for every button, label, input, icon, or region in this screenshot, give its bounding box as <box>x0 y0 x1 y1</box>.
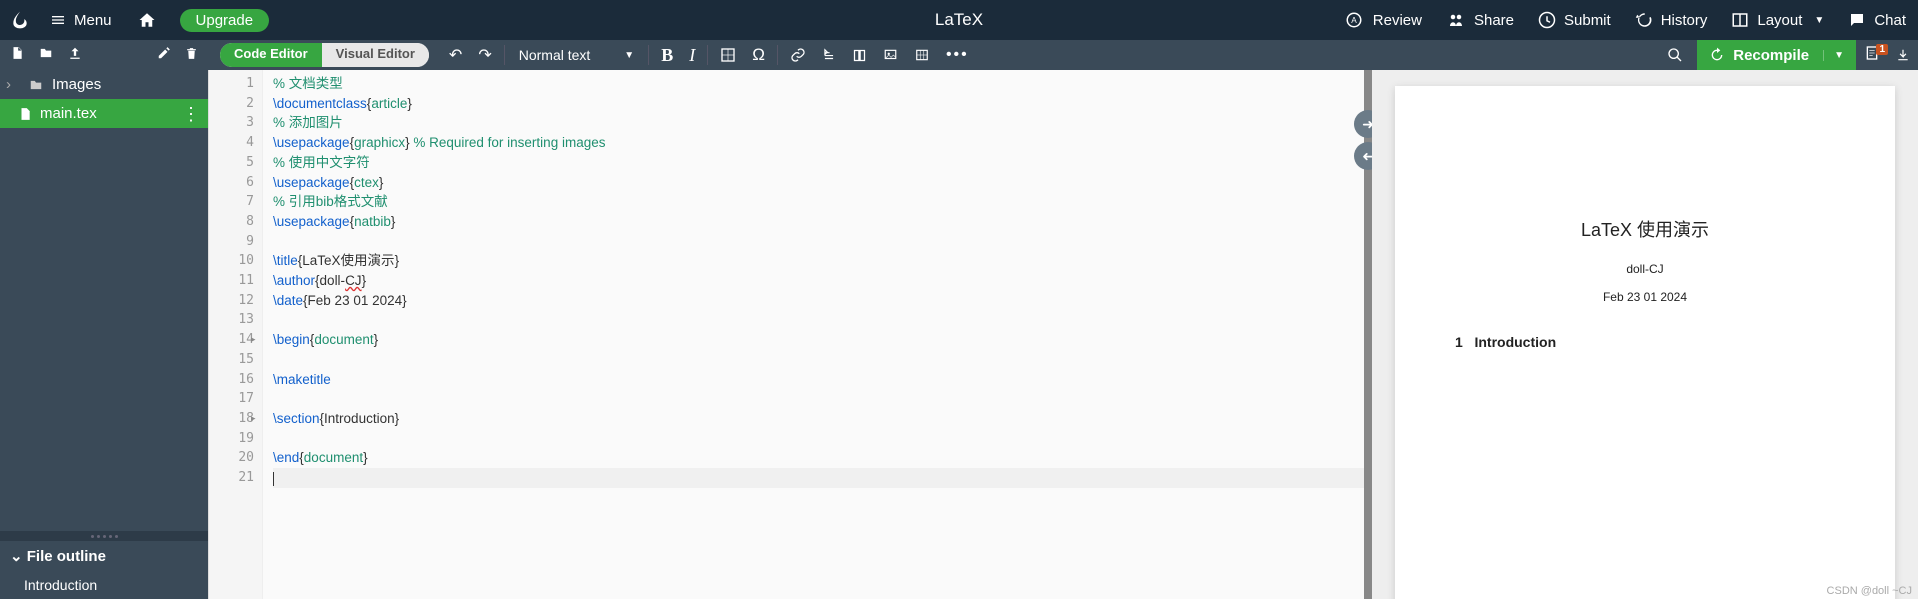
search-button[interactable] <box>1659 40 1691 70</box>
log-badge: 1 <box>1876 44 1888 55</box>
cite-button[interactable] <box>814 40 844 70</box>
delete-button[interactable] <box>185 46 198 65</box>
home-icon <box>138 11 156 29</box>
layout-icon <box>1731 11 1749 29</box>
submit-button[interactable]: Submit <box>1526 0 1623 40</box>
editor-mode-switch: Code Editor Visual Editor <box>220 43 429 67</box>
text-style-select[interactable]: Normal text▼ <box>509 47 644 63</box>
outline-header[interactable]: ⌄ File outline <box>0 541 208 571</box>
code-editor-tab[interactable]: Code Editor <box>220 43 322 67</box>
project-title[interactable]: LaTeX <box>935 10 983 30</box>
download-button[interactable] <box>1888 40 1918 70</box>
math-button[interactable] <box>712 40 744 70</box>
code-editor[interactable]: 12345678910111213▸14151617▸18192021 % 文档… <box>208 70 1364 599</box>
review-icon: A <box>1343 11 1365 29</box>
visual-editor-tab[interactable]: Visual Editor <box>322 43 429 67</box>
file-tree-panel: Images main.tex ⋮ ⌄ File outline Introdu… <box>0 70 208 599</box>
submit-icon <box>1538 11 1556 29</box>
review-button[interactable]: AReview <box>1331 0 1434 40</box>
overleaf-icon <box>10 10 30 30</box>
menu-label: Menu <box>74 12 112 29</box>
recompile-button[interactable]: Recompile ▼ <box>1697 40 1856 70</box>
pdf-preview[interactable]: LaTeX 使用演示 doll-CJ Feb 23 01 2024 1 Intr… <box>1372 70 1918 599</box>
recompile-icon <box>1709 47 1725 63</box>
hamburger-icon <box>50 12 66 28</box>
upgrade-button[interactable]: Upgrade <box>180 9 270 32</box>
outline-item[interactable]: Introduction <box>0 571 208 599</box>
italic-button[interactable]: I <box>681 40 703 70</box>
more-button[interactable]: ••• <box>938 40 977 70</box>
menu-button[interactable]: Menu <box>38 0 124 40</box>
pdf-title: LaTeX 使用演示 <box>1455 216 1835 242</box>
bold-button[interactable]: B <box>653 40 681 70</box>
app-logo[interactable] <box>8 8 32 32</box>
pdf-author: doll-CJ <box>1455 262 1835 276</box>
editor-preview-divider[interactable]: ➜ ➜ <box>1364 70 1372 599</box>
line-gutter: 12345678910111213▸14151617▸18192021 <box>209 70 263 599</box>
file-item-main[interactable]: main.tex ⋮ <box>0 99 208 128</box>
new-file-button[interactable] <box>10 45 24 65</box>
logs-button[interactable]: 1 <box>1856 44 1888 67</box>
new-folder-button[interactable] <box>38 46 54 64</box>
recompile-dropdown[interactable]: ▼ <box>1823 50 1844 61</box>
chevron-down-icon: ▼ <box>624 50 634 61</box>
undo-button[interactable]: ↶ <box>441 40 470 70</box>
share-button[interactable]: Share <box>1434 0 1526 40</box>
ref-button[interactable] <box>844 40 875 70</box>
folder-item[interactable]: Images <box>0 70 208 99</box>
redo-button[interactable]: ↷ <box>470 40 499 70</box>
pdf-date: Feb 23 01 2024 <box>1455 290 1835 304</box>
chat-button[interactable]: Chat <box>1836 0 1918 40</box>
svg-text:A: A <box>1351 16 1357 25</box>
folder-icon <box>28 78 44 92</box>
home-button[interactable] <box>124 0 170 40</box>
figure-button[interactable] <box>875 40 906 70</box>
upload-button[interactable] <box>68 45 82 65</box>
panel-resize-handle[interactable] <box>0 531 208 541</box>
chat-icon <box>1848 11 1866 29</box>
link-button[interactable] <box>782 40 814 70</box>
history-button[interactable]: History <box>1623 0 1720 40</box>
outline-panel: ⌄ File outline Introduction <box>0 541 208 599</box>
file-icon <box>18 106 32 122</box>
file-menu-button[interactable]: ⋮ <box>182 109 200 119</box>
pdf-page: LaTeX 使用演示 doll-CJ Feb 23 01 2024 1 Intr… <box>1395 86 1895 599</box>
watermark: CSDN @doll ~CJ <box>1827 585 1912 597</box>
history-icon <box>1635 11 1653 29</box>
code-body[interactable]: % 文档类型\documentclass{article}% 添加图片\usep… <box>263 70 1364 599</box>
rename-button[interactable] <box>157 46 171 64</box>
share-icon <box>1446 11 1466 29</box>
pdf-section: 1 Introduction <box>1455 334 1835 350</box>
chevron-down-icon: ▼ <box>1814 15 1824 26</box>
table-button[interactable] <box>906 40 938 70</box>
layout-button[interactable]: Layout▼ <box>1719 0 1836 40</box>
symbol-button[interactable]: Ω <box>744 40 773 70</box>
